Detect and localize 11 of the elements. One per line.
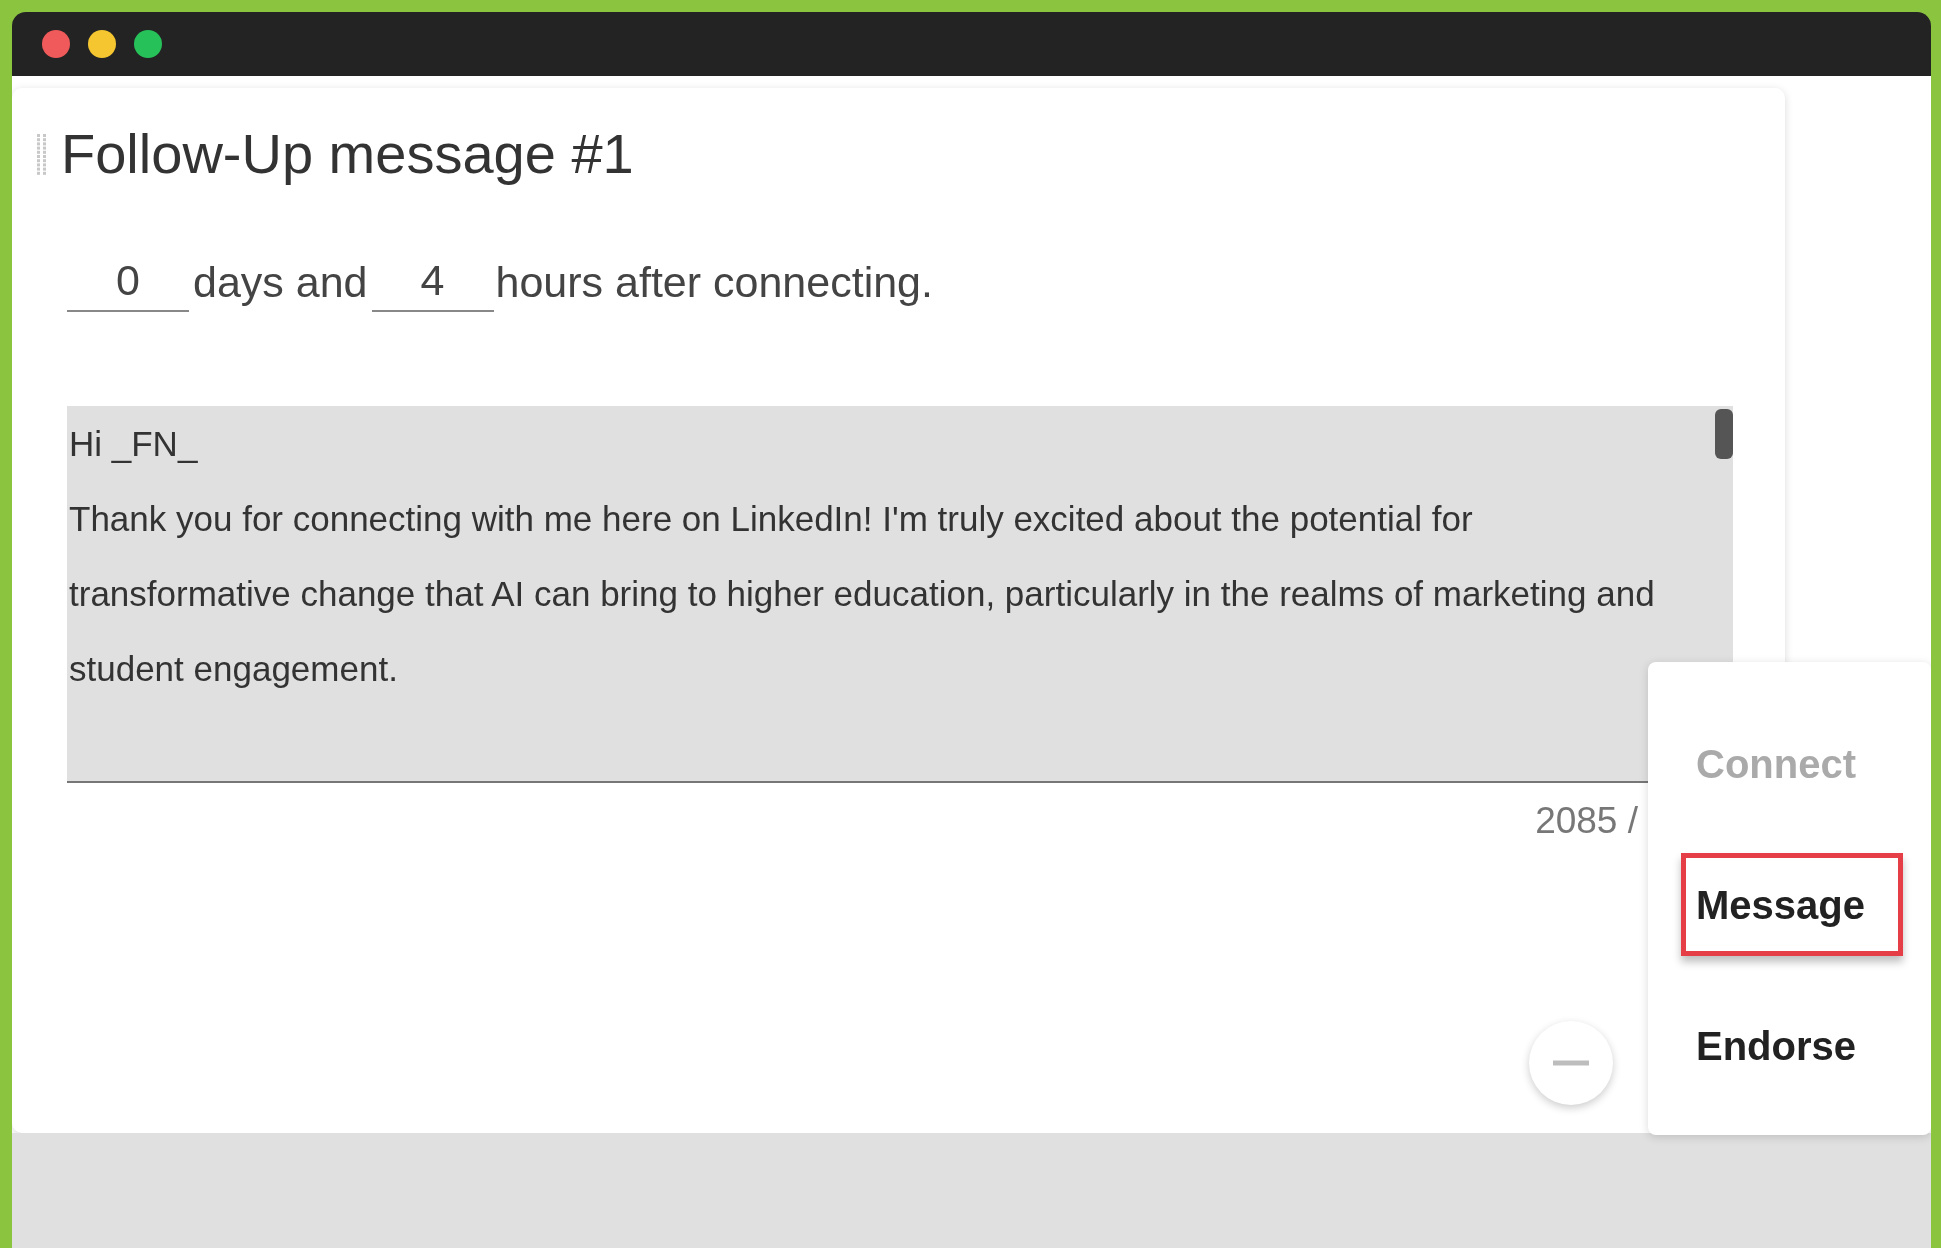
hours-label: hours after connecting. bbox=[495, 257, 933, 308]
days-field[interactable]: 0 bbox=[67, 252, 189, 312]
character-counter: 2085 / bbox=[1535, 799, 1638, 843]
hours-field[interactable]: 4 bbox=[371, 252, 494, 312]
menu-item[interactable]: Endorse bbox=[1681, 994, 1903, 1097]
drag-handle-icon[interactable] bbox=[35, 132, 49, 176]
card-title: Follow-Up message #1 bbox=[61, 122, 634, 186]
menu-item[interactable]: Message bbox=[1681, 853, 1903, 956]
days-label: days and bbox=[193, 257, 368, 308]
minus-icon bbox=[1553, 1059, 1589, 1066]
scrollbar-thumb[interactable] bbox=[1715, 409, 1733, 459]
